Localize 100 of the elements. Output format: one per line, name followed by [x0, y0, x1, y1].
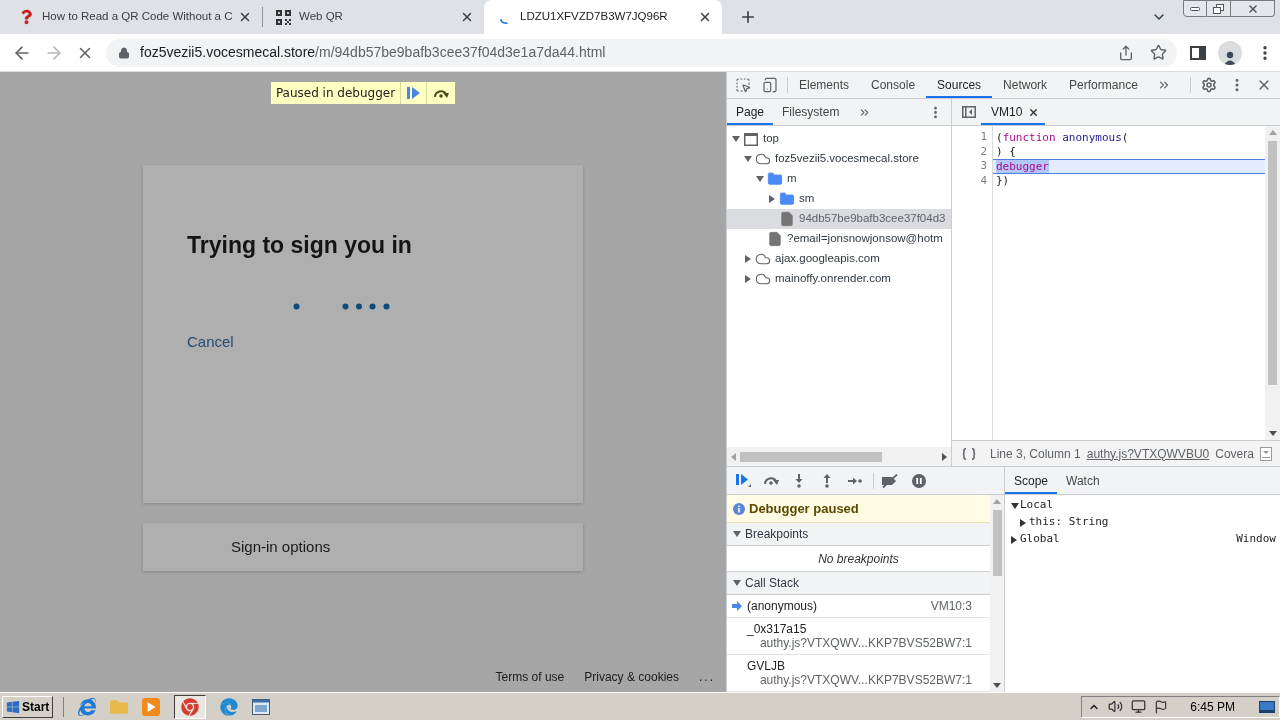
- close-icon[interactable]: [698, 10, 712, 24]
- question-mark-icon: [20, 9, 32, 25]
- source-link[interactable]: authy.js?VTXQWVBU0: [1086, 444, 1210, 463]
- tree-item[interactable]: foz5vezii5.vocesmecal.store: [727, 149, 951, 169]
- browser-tab[interactable]: How to Read a QR Code Without a C: [6, 0, 262, 34]
- banner-text: Paused in debugger: [274, 85, 397, 102]
- scope-item[interactable]: Local: [1020, 497, 1054, 514]
- caret-right-icon[interactable]: [745, 255, 751, 263]
- navigator-tab[interactable]: Page: [727, 99, 774, 125]
- navigator-tab[interactable]: Filesystem: [773, 99, 849, 125]
- scope-item[interactable]: this: String: [1029, 514, 1109, 531]
- resume-icon[interactable]: [736, 474, 751, 487]
- cloud-icon: [754, 251, 772, 267]
- braces-icon[interactable]: [962, 447, 976, 460]
- browser-tab[interactable]: Web QR: [263, 0, 484, 34]
- deactivate-breakpoints-icon[interactable]: [881, 473, 899, 488]
- footer-link[interactable]: Terms of use: [495, 668, 565, 686]
- scroll-right-arrow-icon[interactable]: [942, 452, 947, 461]
- tree-item[interactable]: 94db57be9bafb3cee37f04d3: [727, 209, 951, 229]
- sign-in-options-button[interactable]: Sign-in options: [143, 523, 583, 571]
- cancel-link[interactable]: Cancel: [187, 331, 234, 354]
- profile-avatar-icon[interactable]: [1218, 40, 1242, 65]
- caret-down-icon[interactable]: [733, 580, 741, 586]
- tree-item[interactable]: m: [727, 169, 951, 189]
- scrollbar-thumb[interactable]: [1268, 141, 1277, 385]
- caret-down-icon[interactable]: [732, 136, 740, 142]
- close-icon[interactable]: [238, 10, 252, 24]
- pause-circle-icon[interactable]: [912, 473, 926, 488]
- devtools-tab[interactable]: Network: [992, 72, 1059, 98]
- browser-logo-icon[interactable]: [174, 694, 207, 719]
- close-icon[interactable]: [460, 10, 474, 24]
- settings-icon[interactable]: [1201, 77, 1217, 93]
- scrollbar-thumb[interactable]: [740, 451, 882, 462]
- scrollbar-thumb[interactable]: [992, 510, 1002, 576]
- close-window-button[interactable]: [1231, 0, 1275, 17]
- flag-icon[interactable]: [1154, 699, 1169, 714]
- caret-down-icon[interactable]: [756, 176, 764, 182]
- footer-link[interactable]: Privacy & cookies: [584, 668, 679, 686]
- caret-right-icon[interactable]: [1011, 535, 1017, 544]
- caret-right-icon[interactable]: [769, 195, 775, 203]
- coverage-label: Covera: [1215, 445, 1254, 463]
- step-into-icon[interactable]: [795, 473, 803, 488]
- step-out-icon[interactable]: [823, 473, 831, 488]
- more-options-button[interactable]: ...: [699, 668, 715, 686]
- caret-down-icon[interactable]: [744, 156, 752, 162]
- scope-value: Window: [1236, 531, 1277, 548]
- new-tab-icon[interactable]: [739, 8, 757, 26]
- caret-right-icon[interactable]: [745, 275, 751, 283]
- vertical-scrollbar[interactable]: [990, 495, 1004, 692]
- drawer-toggle-icon[interactable]: [1260, 446, 1272, 461]
- start-button[interactable]: Start: [2, 695, 54, 718]
- editor-tab[interactable]: VM10: [981, 99, 1046, 125]
- tree-item[interactable]: top: [727, 129, 951, 149]
- tree-item[interactable]: sm: [727, 189, 951, 209]
- restore-button[interactable]: [1207, 0, 1231, 17]
- section-header[interactable]: Breakpoints: [727, 523, 990, 546]
- sidebar-tab[interactable]: Watch: [1057, 467, 1109, 494]
- tree-item[interactable]: mainoffy.onrender.com: [727, 269, 951, 289]
- folder-icon: [767, 171, 783, 187]
- cursor-position: Line 3, Column 1: [990, 445, 1081, 463]
- call-frame[interactable]: (anonymous) VM10:3: [727, 595, 990, 618]
- sidebar-toggle-icon[interactable]: [962, 106, 976, 118]
- side-panel-icon[interactable]: [1190, 45, 1206, 60]
- loading-spinner-icon: [500, 18, 508, 24]
- resume-icon[interactable]: [407, 87, 421, 99]
- address-field[interactable]: foz5vezii5.vocesmecal.store/m/94db57be9bafb3cee37f04d3e1a7da44.html: [106, 38, 1177, 67]
- share-icon[interactable]: [1118, 44, 1134, 61]
- tree-item[interactable]: ajax.googleapis.com: [727, 249, 951, 269]
- minimize-button[interactable]: [1183, 0, 1207, 17]
- vertical-scrollbar[interactable]: [1265, 126, 1280, 440]
- browser-e-icon[interactable]: [78, 697, 97, 716]
- caret-down-icon[interactable]: [1011, 502, 1019, 509]
- window-icon[interactable]: [252, 697, 271, 716]
- devtools-tab[interactable]: Elements: [788, 72, 861, 98]
- section-header[interactable]: Call Stack: [727, 572, 990, 595]
- sidebar-tab[interactable]: Scope: [1005, 467, 1058, 494]
- step-over-icon[interactable]: [433, 88, 450, 98]
- caret-down-icon[interactable]: [733, 531, 741, 537]
- caret-right-icon[interactable]: [1020, 518, 1026, 527]
- devtools-tab[interactable]: Console: [860, 72, 927, 98]
- qr-code-icon: [275, 9, 291, 25]
- horizontal-scrollbar[interactable]: [727, 447, 951, 466]
- frame-icon: [744, 132, 758, 146]
- scroll-down-arrow-icon[interactable]: [993, 683, 1001, 688]
- step-over-icon[interactable]: [763, 476, 779, 485]
- scope-item[interactable]: Global: [1020, 531, 1060, 548]
- close-icon[interactable]: [1028, 106, 1040, 118]
- tree-item[interactable]: ?email=jonsnowjonsow@hotm: [727, 229, 951, 249]
- inspect-element-icon[interactable]: [735, 77, 751, 93]
- star-icon[interactable]: [1150, 44, 1167, 61]
- device-toolbar-icon[interactable]: [762, 77, 778, 93]
- step-icon[interactable]: [848, 476, 862, 485]
- clock-text[interactable]: 6:45 PM: [1190, 697, 1235, 716]
- network-icon[interactable]: [1131, 699, 1147, 714]
- devtools-tab[interactable]: Performance: [1058, 72, 1149, 98]
- info-icon: [733, 502, 745, 515]
- browser-tab[interactable]: LDZU1XFVZD7B3W7JQ96R: [484, 0, 722, 34]
- scroll-down-arrow-icon[interactable]: [1268, 431, 1277, 436]
- show-desktop-icon[interactable]: [1259, 700, 1275, 713]
- speaker-icon[interactable]: [1108, 699, 1124, 714]
